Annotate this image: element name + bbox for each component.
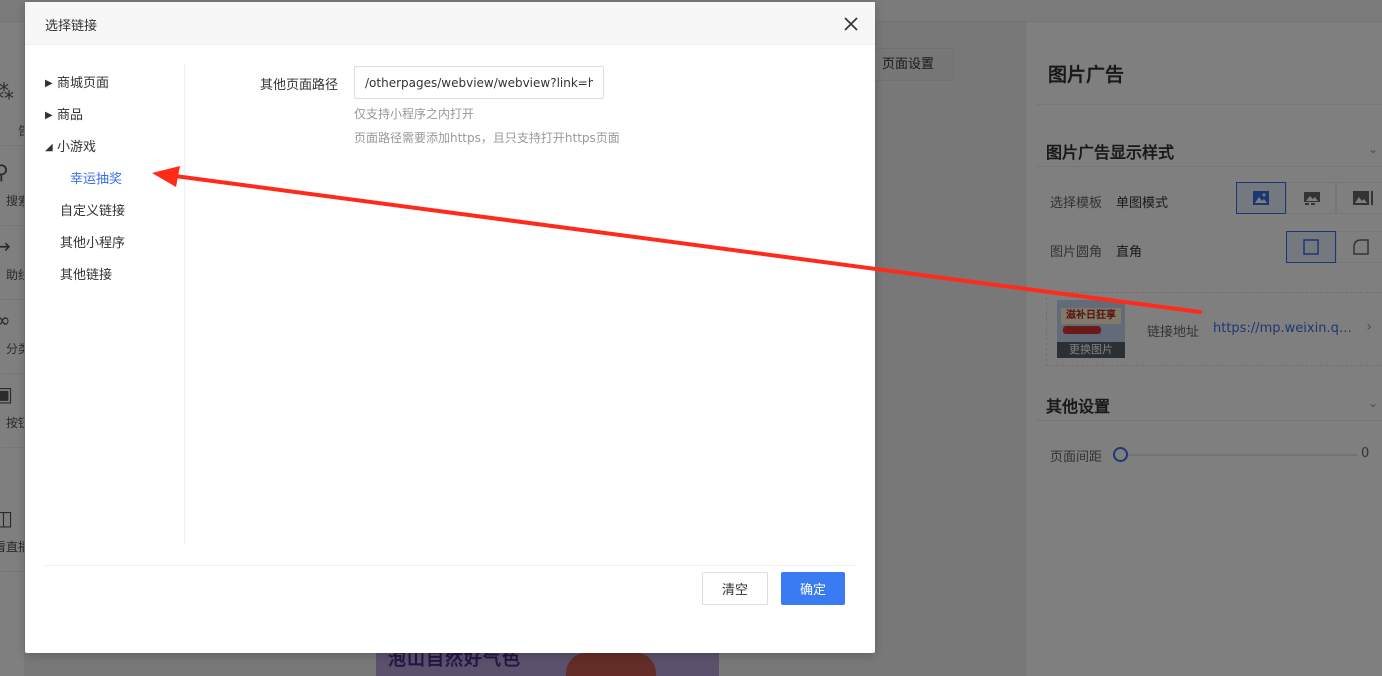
dialog-header: 选择链接 [25,2,875,45]
help-text: 仅支持小程序之内打开 [354,107,475,121]
tree-item-label: 自定义链接 [60,204,126,219]
confirm-button[interactable]: 确定 [781,572,845,605]
link-type-tree: ▶ 商城页面 ▶ 商品 ◢ 小游戏 幸运抽奖 自定义链接 其他小程序 其他链接 [45,64,185,544]
footer-divider [45,565,855,566]
close-icon[interactable] [841,14,861,34]
help-text: 页面路径需要添加https，且只支持打开https页面 [354,131,620,145]
tree-item-label: 商品 [57,108,84,123]
caret-right-icon[interactable]: ▶ [45,110,57,121]
caret-down-icon[interactable]: ◢ [45,142,57,153]
tree-item-custom-link[interactable]: 自定义链接 [60,200,125,220]
tree-item-label: 其他小程序 [60,236,126,251]
tree-item-lucky-draw[interactable]: 幸运抽奖 [70,168,122,188]
tree-item-other-miniprogram[interactable]: 其他小程序 [60,232,125,252]
page-path-input[interactable] [354,66,604,99]
clear-button[interactable]: 清空 [702,572,768,605]
dialog-title: 选择链接 [45,19,98,34]
caret-right-icon[interactable]: ▶ [45,78,57,89]
tree-item-mini-games[interactable]: ◢ 小游戏 [45,136,96,156]
tree-item-label: 其他链接 [60,268,113,283]
select-link-dialog: 选择链接 ▶ 商城页面 ▶ 商品 ◢ 小游戏 幸运抽奖 自定义链接 其他小程序 其他链… [25,2,875,653]
tree-item-label: 幸运抽奖 [70,172,123,187]
tree-item-label: 小游戏 [57,140,97,155]
page-path-label: 其他页面路径 [260,78,339,93]
tree-item-products[interactable]: ▶ 商品 [45,104,83,124]
tree-item-label: 商城页面 [57,76,110,91]
tree-item-mall-pages[interactable]: ▶ 商城页面 [45,72,109,92]
tree-item-other-links[interactable]: 其他链接 [60,264,112,284]
